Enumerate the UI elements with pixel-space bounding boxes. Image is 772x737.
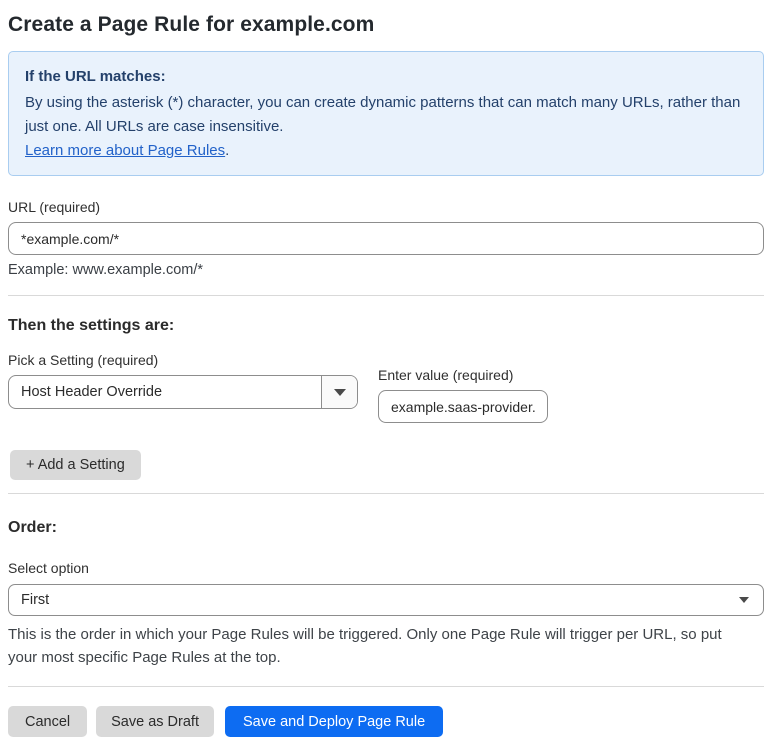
info-box-heading: If the URL matches: bbox=[25, 68, 166, 85]
page-title: Create a Page Rule for example.com bbox=[8, 13, 375, 36]
setting-picker-value: Host Header Override bbox=[21, 384, 163, 400]
order-section-heading: Order: bbox=[8, 519, 57, 536]
learn-more-link[interactable]: Learn more about Page Rules bbox=[25, 142, 225, 159]
info-box-link-line: Learn more about Page Rules. bbox=[25, 139, 747, 163]
setting-picker-arrow-button[interactable] bbox=[321, 376, 357, 408]
url-input[interactable] bbox=[8, 222, 764, 255]
divider bbox=[8, 686, 764, 687]
url-label: URL (required) bbox=[8, 199, 101, 215]
setting-value-input[interactable] bbox=[378, 390, 548, 423]
chevron-down-icon bbox=[333, 388, 346, 396]
setting-value-column: Enter value (required) bbox=[378, 367, 548, 423]
order-select-label: Select option bbox=[8, 560, 89, 576]
url-match-info-box: If the URL matches: By using the asteris… bbox=[8, 51, 764, 176]
settings-section-heading: Then the settings are: bbox=[8, 317, 175, 334]
setting-picker-dropdown[interactable]: Host Header Override bbox=[8, 375, 358, 409]
divider bbox=[8, 295, 764, 296]
info-box-body: By using the asterisk (*) character, you… bbox=[25, 94, 741, 135]
setting-picker-label: Pick a Setting (required) bbox=[8, 352, 159, 368]
order-help-text: This is the order in which your Page Rul… bbox=[8, 626, 722, 666]
order-select-value: First bbox=[21, 592, 50, 608]
url-example-text: Example: www.example.com/* bbox=[8, 262, 204, 278]
setting-picker-column: Pick a Setting (required) Host Header Ov… bbox=[8, 352, 358, 409]
link-period: . bbox=[225, 142, 230, 159]
setting-value-label: Enter value (required) bbox=[378, 367, 514, 383]
url-section: URL (required) Example: www.example.com/… bbox=[8, 199, 764, 278]
order-select-dropdown[interactable]: First bbox=[8, 584, 764, 616]
chevron-down-icon bbox=[739, 597, 749, 603]
divider bbox=[8, 493, 764, 494]
add-setting-button[interactable]: + Add a Setting bbox=[10, 450, 141, 480]
settings-row: Pick a Setting (required) Host Header Ov… bbox=[8, 352, 764, 423]
